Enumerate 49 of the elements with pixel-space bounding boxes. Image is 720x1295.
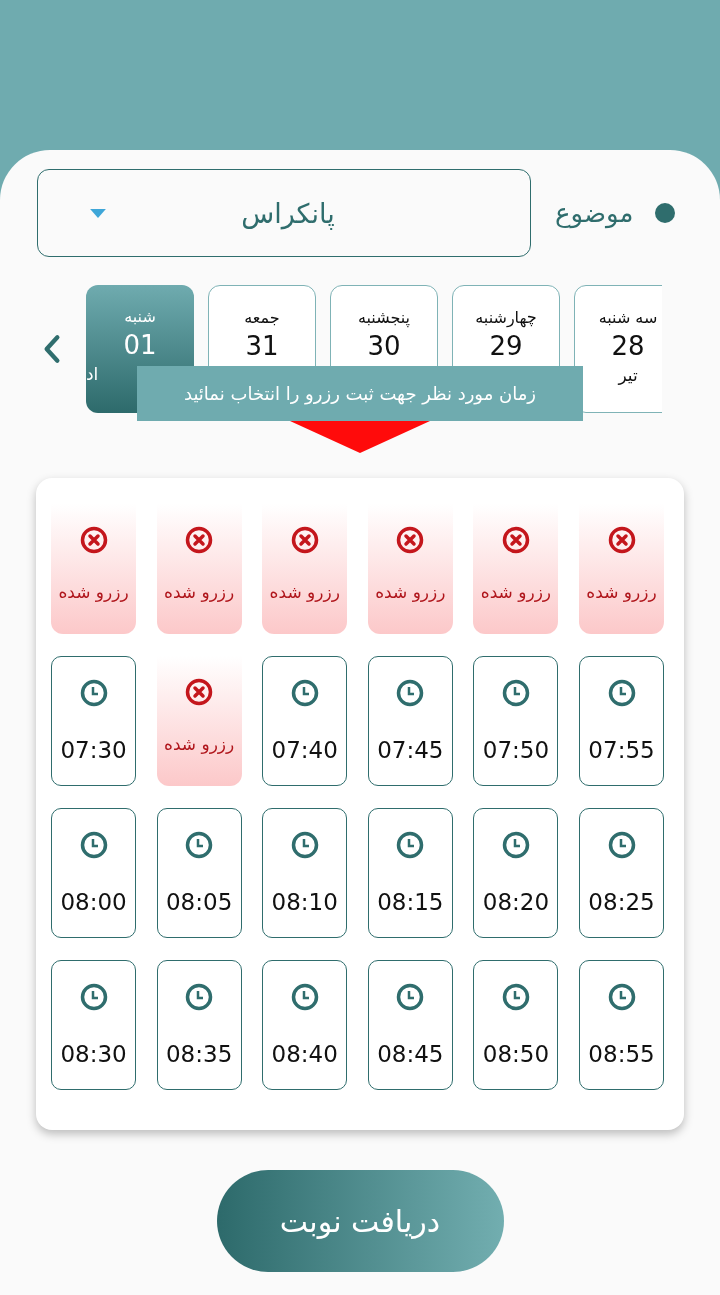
clock-icon (501, 831, 530, 859)
clock-icon (396, 831, 425, 859)
time-slot[interactable]: 07:50 (473, 656, 559, 786)
pointer-triangle-icon (290, 421, 430, 453)
clock-icon (79, 679, 108, 707)
time-slot[interactable]: 07:30 (51, 656, 137, 786)
time-slot[interactable]: 08:45 (367, 960, 453, 1090)
time-slot[interactable]: 08:50 (473, 960, 559, 1090)
time-slot[interactable]: 08:20 (473, 808, 559, 938)
clock-icon (501, 679, 530, 707)
clock-icon (607, 679, 636, 707)
subject-dropdown[interactable]: پانکراس (37, 169, 531, 257)
time-slot[interactable]: 08:30 (51, 960, 137, 1090)
clock-icon (607, 983, 636, 1011)
clock-icon (290, 831, 319, 859)
bullet-icon (655, 203, 676, 223)
clock-icon (607, 831, 636, 859)
time-slot[interactable]: 08:35 (156, 960, 242, 1090)
time-slot[interactable]: 08:10 (262, 808, 348, 938)
caret-icon (90, 208, 106, 218)
cross-circle-icon (290, 526, 319, 554)
clock-icon (396, 983, 425, 1011)
submit-button[interactable]: دریافت نوبت (216, 1170, 504, 1272)
clock-icon (185, 831, 214, 859)
clock-icon (79, 831, 108, 859)
cross-circle-icon (396, 526, 425, 554)
clock-icon (501, 983, 530, 1011)
time-slot[interactable]: 07:55 (579, 656, 664, 786)
clock-icon (396, 679, 425, 707)
clock-icon (185, 983, 214, 1011)
cross-circle-icon (185, 526, 214, 554)
clock-icon (79, 983, 108, 1011)
clock-icon (290, 983, 319, 1011)
chevron-left-icon[interactable] (43, 334, 61, 364)
subject-label: موضوع (555, 198, 634, 228)
cross-circle-icon (501, 526, 530, 554)
clock-icon (290, 679, 319, 707)
time-slot[interactable]: 07:45 (367, 656, 453, 786)
time-slot[interactable]: 08:15 (367, 808, 453, 938)
time-slot[interactable]: 08:25 (579, 808, 664, 938)
cross-circle-icon (607, 526, 636, 554)
cross-circle-icon (79, 526, 108, 554)
cross-circle-icon (185, 678, 214, 706)
time-slot[interactable]: 08:55 (579, 960, 664, 1090)
time-slot[interactable]: 08:40 (262, 960, 348, 1090)
time-slot[interactable]: 07:40 (262, 656, 348, 786)
time-slot[interactable]: 08:05 (156, 808, 242, 938)
time-slot[interactable]: 08:00 (51, 808, 137, 938)
tooltip: زمان مورد نظر جهت ثبت رزرو را انتخاب نمائید (137, 366, 583, 421)
